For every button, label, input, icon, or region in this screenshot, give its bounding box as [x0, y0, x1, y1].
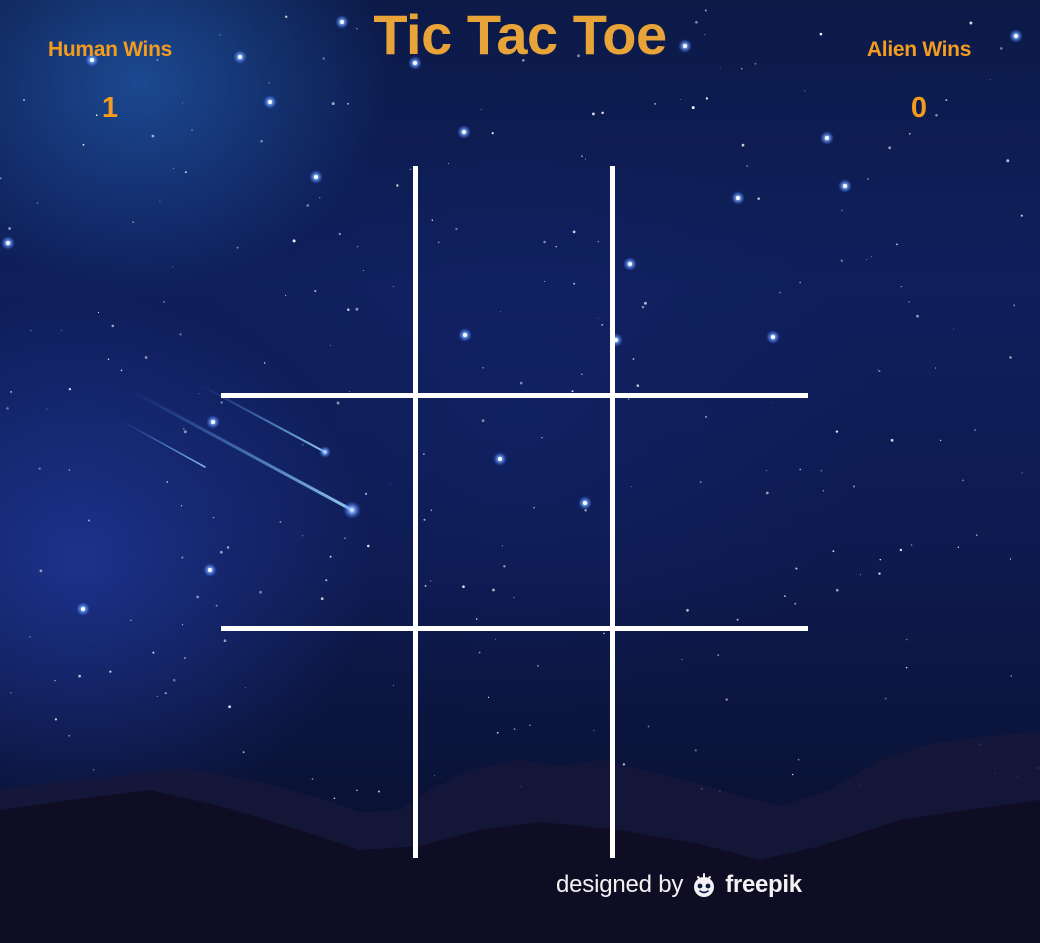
freepik-logo-icon [694, 873, 715, 897]
alien-score-panel: Alien Wins 0 [819, 38, 1019, 125]
board-cell-4[interactable] [418, 398, 610, 626]
game-board [221, 166, 808, 858]
human-wins-label: Human Wins [48, 38, 172, 61]
credit-prefix: designed by [556, 871, 684, 898]
credit-brand: freepik [725, 871, 802, 898]
grid-line-vertical-1 [413, 166, 418, 858]
human-wins-count: 1 [101, 92, 119, 124]
human-score-panel: Human Wins 1 [10, 38, 210, 125]
board-cell-2[interactable] [615, 166, 808, 393]
board-cell-0[interactable] [221, 166, 413, 393]
grid-line-horizontal-2 [221, 626, 808, 631]
alien-wins-label: Alien Wins [866, 38, 972, 61]
board-cell-7[interactable] [418, 631, 610, 858]
freepik-credit[interactable]: designed by freepik [556, 870, 802, 900]
board-cell-1[interactable] [418, 166, 610, 393]
grid-line-horizontal-1 [221, 393, 808, 398]
alien-wins-count: 0 [910, 92, 928, 124]
board-cell-6[interactable] [221, 631, 413, 858]
board-cell-5[interactable] [615, 398, 808, 626]
grid-line-vertical-2 [610, 166, 615, 858]
board-cell-8[interactable] [615, 631, 808, 858]
board-cell-3[interactable] [221, 398, 413, 626]
